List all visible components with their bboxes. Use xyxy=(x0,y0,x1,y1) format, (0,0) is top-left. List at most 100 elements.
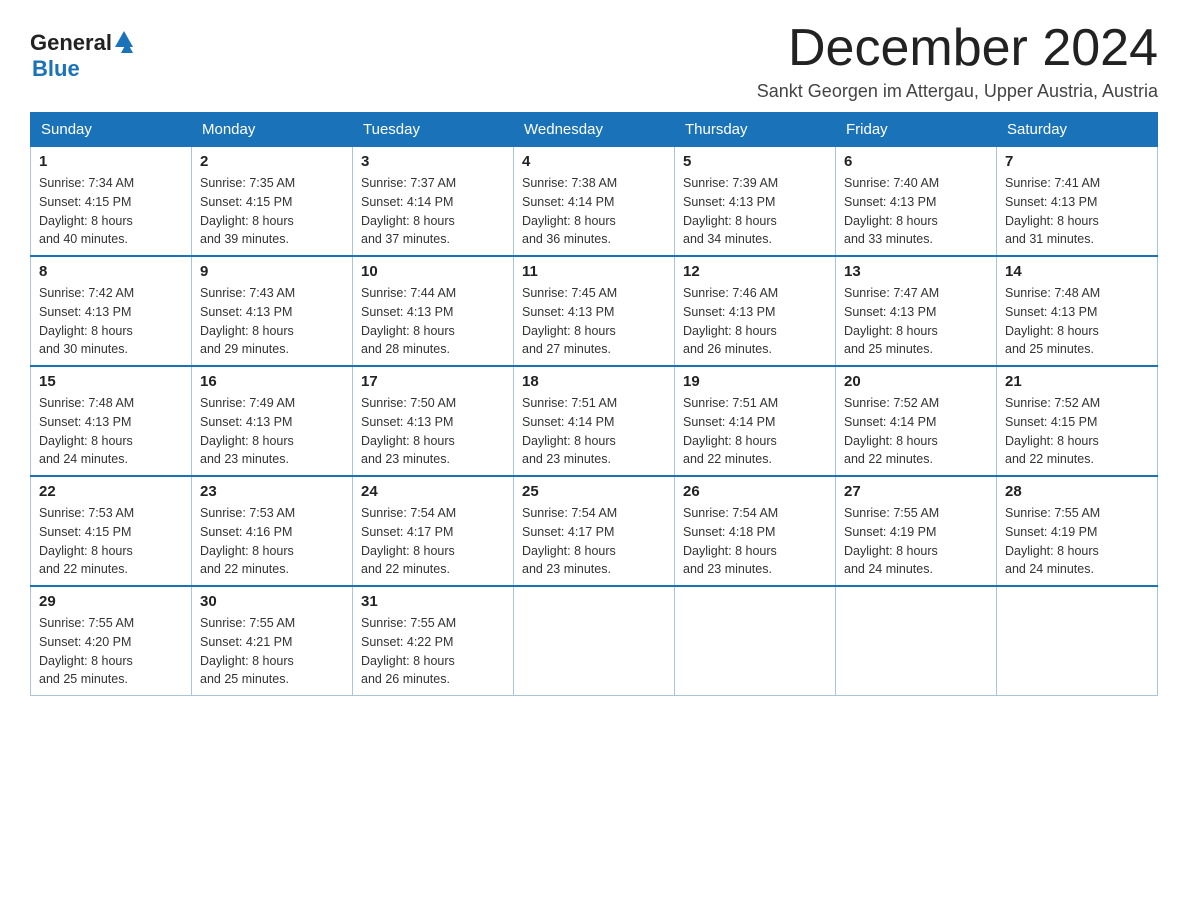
calendar-cell: 23 Sunrise: 7:53 AMSunset: 4:16 PMDayligh… xyxy=(192,476,353,586)
day-info: Sunrise: 7:39 AMSunset: 4:13 PMDaylight:… xyxy=(683,174,827,249)
calendar-cell: 11 Sunrise: 7:45 AMSunset: 4:13 PMDayligh… xyxy=(514,256,675,366)
calendar-cell: 27 Sunrise: 7:55 AMSunset: 4:19 PMDayligh… xyxy=(836,476,997,586)
day-info: Sunrise: 7:37 AMSunset: 4:14 PMDaylight:… xyxy=(361,174,505,249)
day-info: Sunrise: 7:55 AMSunset: 4:22 PMDaylight:… xyxy=(361,614,505,689)
header-friday: Friday xyxy=(836,113,997,147)
day-number: 24 xyxy=(361,483,505,500)
day-number: 4 xyxy=(522,153,666,170)
calendar-cell: 4 Sunrise: 7:38 AMSunset: 4:14 PMDaylight… xyxy=(514,147,675,257)
day-number: 28 xyxy=(1005,483,1149,500)
calendar-cell: 24 Sunrise: 7:54 AMSunset: 4:17 PMDayligh… xyxy=(353,476,514,586)
day-number: 8 xyxy=(39,263,183,280)
day-info: Sunrise: 7:46 AMSunset: 4:13 PMDaylight:… xyxy=(683,284,827,359)
day-info: Sunrise: 7:48 AMSunset: 4:13 PMDaylight:… xyxy=(39,394,183,469)
header-wednesday: Wednesday xyxy=(514,113,675,147)
calendar-cell: 6Sunrise: 7:40 AMSunset: 4:13 PMDaylight… xyxy=(836,147,997,257)
calendar-cell: 2 Sunrise: 7:35 AMSunset: 4:15 PMDaylight… xyxy=(192,147,353,257)
day-info: Sunrise: 7:55 AMSunset: 4:20 PMDaylight:… xyxy=(39,614,183,689)
day-info: Sunrise: 7:42 AMSunset: 4:13 PMDaylight:… xyxy=(39,284,183,359)
day-info: Sunrise: 7:52 AMSunset: 4:14 PMDaylight:… xyxy=(844,394,988,469)
day-info: Sunrise: 7:53 AMSunset: 4:15 PMDaylight:… xyxy=(39,504,183,579)
calendar-cell: 13 Sunrise: 7:47 AMSunset: 4:13 PMDayligh… xyxy=(836,256,997,366)
day-info: Sunrise: 7:53 AMSunset: 4:16 PMDaylight:… xyxy=(200,504,344,579)
day-info: Sunrise: 7:47 AMSunset: 4:13 PMDaylight:… xyxy=(844,284,988,359)
day-number: 18 xyxy=(522,373,666,390)
day-number: 5 xyxy=(683,153,827,170)
day-number: 3 xyxy=(361,153,505,170)
calendar-week-row: 1Sunrise: 7:34 AMSunset: 4:15 PMDaylight… xyxy=(31,147,1158,257)
day-info: Sunrise: 7:38 AMSunset: 4:14 PMDaylight:… xyxy=(522,174,666,249)
day-info: Sunrise: 7:54 AMSunset: 4:18 PMDaylight:… xyxy=(683,504,827,579)
day-number: 20 xyxy=(844,373,988,390)
calendar-cell: 15 Sunrise: 7:48 AMSunset: 4:13 PMDayligh… xyxy=(31,366,192,476)
calendar-cell: 8 Sunrise: 7:42 AMSunset: 4:13 PMDaylight… xyxy=(31,256,192,366)
day-number: 14 xyxy=(1005,263,1149,280)
calendar-cell: 26 Sunrise: 7:54 AMSunset: 4:18 PMDayligh… xyxy=(675,476,836,586)
day-info: Sunrise: 7:55 AMSunset: 4:19 PMDaylight:… xyxy=(1005,504,1149,579)
calendar-cell xyxy=(997,586,1158,696)
logo-general: General xyxy=(30,30,112,56)
day-number: 7 xyxy=(1005,153,1149,170)
day-number: 23 xyxy=(200,483,344,500)
day-number: 2 xyxy=(200,153,344,170)
calendar-cell: 12Sunrise: 7:46 AMSunset: 4:13 PMDayligh… xyxy=(675,256,836,366)
day-info: Sunrise: 7:43 AMSunset: 4:13 PMDaylight:… xyxy=(200,284,344,359)
calendar-cell: 31 Sunrise: 7:55 AMSunset: 4:22 PMDayligh… xyxy=(353,586,514,696)
day-info: Sunrise: 7:51 AMSunset: 4:14 PMDaylight:… xyxy=(683,394,827,469)
logo: General Blue xyxy=(30,30,133,82)
calendar-week-row: 22 Sunrise: 7:53 AMSunset: 4:15 PMDayligh… xyxy=(31,476,1158,586)
calendar-cell: 17 Sunrise: 7:50 AMSunset: 4:13 PMDayligh… xyxy=(353,366,514,476)
day-number: 11 xyxy=(522,263,666,280)
calendar-week-row: 29 Sunrise: 7:55 AMSunset: 4:20 PMDayligh… xyxy=(31,586,1158,696)
header-sunday: Sunday xyxy=(31,113,192,147)
day-info: Sunrise: 7:49 AMSunset: 4:13 PMDaylight:… xyxy=(200,394,344,469)
calendar-cell: 25Sunrise: 7:54 AMSunset: 4:17 PMDayligh… xyxy=(514,476,675,586)
calendar-cell: 14 Sunrise: 7:48 AMSunset: 4:13 PMDayligh… xyxy=(997,256,1158,366)
day-number: 29 xyxy=(39,593,183,610)
page-header: General Blue December 2024 Sankt Georgen… xyxy=(30,20,1158,102)
day-number: 9 xyxy=(200,263,344,280)
calendar-cell: 19 Sunrise: 7:51 AMSunset: 4:14 PMDayligh… xyxy=(675,366,836,476)
header-monday: Monday xyxy=(192,113,353,147)
calendar-cell xyxy=(514,586,675,696)
calendar-cell: 10 Sunrise: 7:44 AMSunset: 4:13 PMDayligh… xyxy=(353,256,514,366)
calendar-table: SundayMondayTuesdayWednesdayThursdayFrid… xyxy=(30,112,1158,696)
day-info: Sunrise: 7:41 AMSunset: 4:13 PMDaylight:… xyxy=(1005,174,1149,249)
header-tuesday: Tuesday xyxy=(353,113,514,147)
calendar-cell: 22 Sunrise: 7:53 AMSunset: 4:15 PMDayligh… xyxy=(31,476,192,586)
calendar-cell: 9 Sunrise: 7:43 AMSunset: 4:13 PMDaylight… xyxy=(192,256,353,366)
day-info: Sunrise: 7:55 AMSunset: 4:21 PMDaylight:… xyxy=(200,614,344,689)
day-info: Sunrise: 7:50 AMSunset: 4:13 PMDaylight:… xyxy=(361,394,505,469)
day-info: Sunrise: 7:51 AMSunset: 4:14 PMDaylight:… xyxy=(522,394,666,469)
day-info: Sunrise: 7:54 AMSunset: 4:17 PMDaylight:… xyxy=(361,504,505,579)
calendar-cell: 7 Sunrise: 7:41 AMSunset: 4:13 PMDaylight… xyxy=(997,147,1158,257)
day-info: Sunrise: 7:55 AMSunset: 4:19 PMDaylight:… xyxy=(844,504,988,579)
calendar-cell: 16Sunrise: 7:49 AMSunset: 4:13 PMDayligh… xyxy=(192,366,353,476)
day-number: 13 xyxy=(844,263,988,280)
day-number: 10 xyxy=(361,263,505,280)
day-number: 21 xyxy=(1005,373,1149,390)
calendar-cell: 29 Sunrise: 7:55 AMSunset: 4:20 PMDayligh… xyxy=(31,586,192,696)
day-info: Sunrise: 7:35 AMSunset: 4:15 PMDaylight:… xyxy=(200,174,344,249)
calendar-header-row: SundayMondayTuesdayWednesdayThursdayFrid… xyxy=(31,113,1158,147)
day-info: Sunrise: 7:45 AMSunset: 4:13 PMDaylight:… xyxy=(522,284,666,359)
day-number: 6 xyxy=(844,153,988,170)
day-number: 27 xyxy=(844,483,988,500)
calendar-cell: 1Sunrise: 7:34 AMSunset: 4:15 PMDaylight… xyxy=(31,147,192,257)
calendar-cell: 5 Sunrise: 7:39 AMSunset: 4:13 PMDaylight… xyxy=(675,147,836,257)
calendar-cell xyxy=(836,586,997,696)
day-number: 15 xyxy=(39,373,183,390)
day-number: 1 xyxy=(39,153,183,170)
calendar-cell xyxy=(675,586,836,696)
day-number: 17 xyxy=(361,373,505,390)
day-info: Sunrise: 7:44 AMSunset: 4:13 PMDaylight:… xyxy=(361,284,505,359)
day-number: 19 xyxy=(683,373,827,390)
location-subtitle: Sankt Georgen im Attergau, Upper Austria… xyxy=(757,81,1158,102)
day-info: Sunrise: 7:52 AMSunset: 4:15 PMDaylight:… xyxy=(1005,394,1149,469)
day-number: 22 xyxy=(39,483,183,500)
day-number: 31 xyxy=(361,593,505,610)
calendar-cell: 20 Sunrise: 7:52 AMSunset: 4:14 PMDayligh… xyxy=(836,366,997,476)
day-number: 26 xyxy=(683,483,827,500)
day-info: Sunrise: 7:48 AMSunset: 4:13 PMDaylight:… xyxy=(1005,284,1149,359)
calendar-cell: 21 Sunrise: 7:52 AMSunset: 4:15 PMDayligh… xyxy=(997,366,1158,476)
